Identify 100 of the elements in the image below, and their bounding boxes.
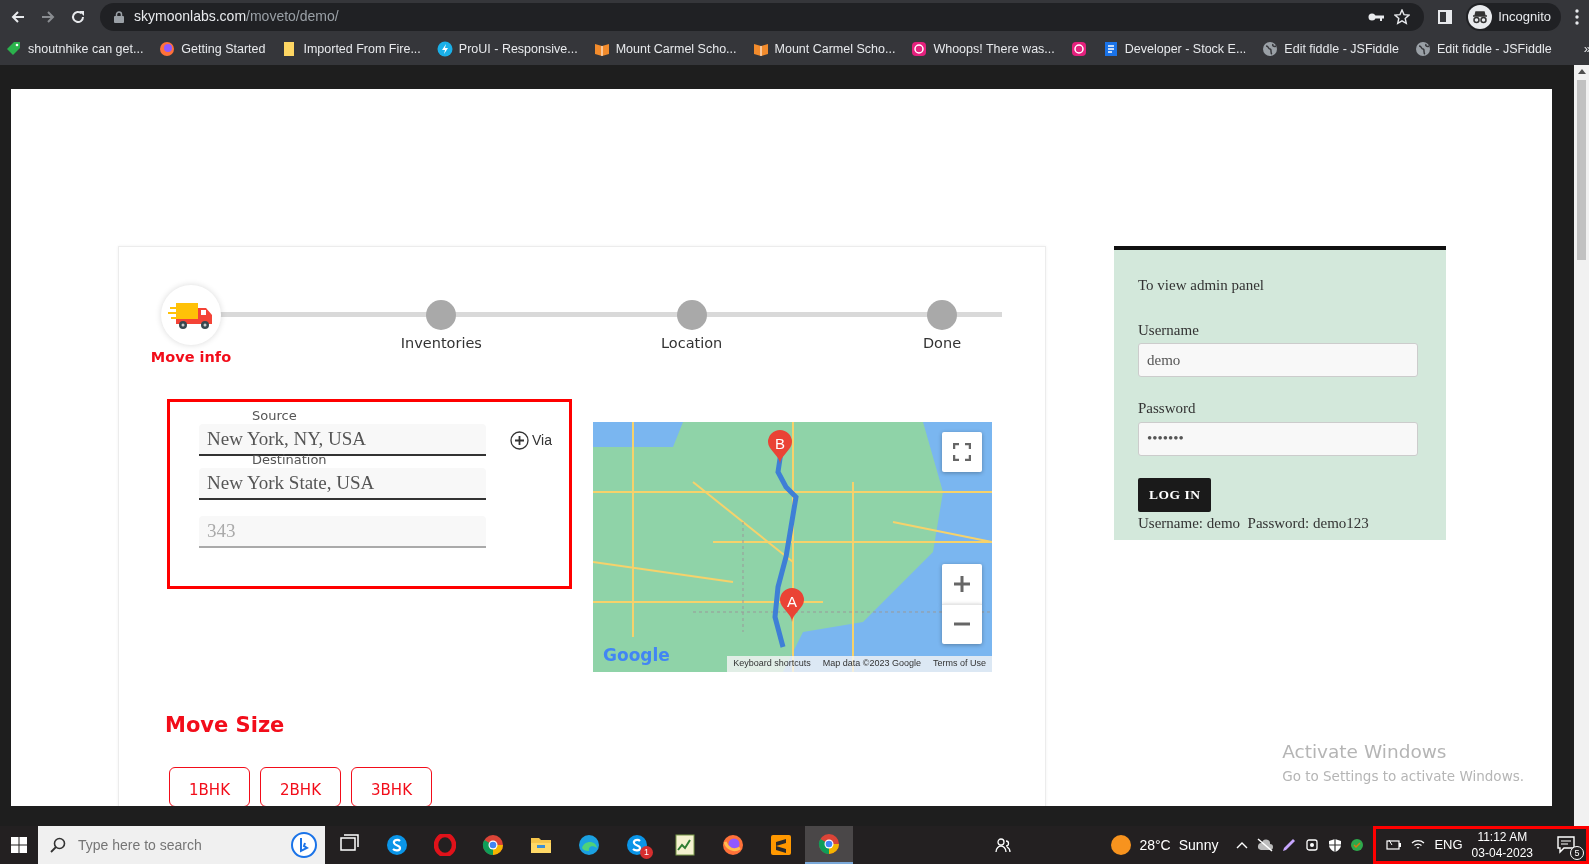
people-icon[interactable]: [995, 837, 1012, 853]
truck-icon: [168, 300, 214, 330]
book-icon: [593, 41, 610, 57]
skype-logo-icon: [386, 834, 408, 856]
field-label: Password: [1138, 399, 1197, 418]
chrome-logo-icon: [818, 833, 840, 855]
bookmark[interactable]: Edit fiddle - JSFiddle: [1415, 39, 1552, 59]
language-indicator[interactable]: ENG: [1434, 835, 1463, 855]
bookmark[interactable]: shoutnhike can get...: [6, 39, 144, 59]
pin-shape: [780, 587, 804, 622]
scrollbar[interactable]: [1574, 65, 1589, 826]
zoom-in-button[interactable]: [942, 563, 982, 604]
book-icon: [752, 41, 769, 57]
bookmark[interactable]: Mount Carmel Scho...: [752, 39, 896, 59]
field-label: Username: [1138, 320, 1200, 340]
tag-icon: [6, 41, 22, 57]
map-marker[interactable]: A: [780, 587, 804, 622]
address-bar[interactable]: skymoonlabs.com/moveto/demo/: [100, 2, 1425, 31]
credentials-hint: Username: demo Password: demo123: [1138, 513, 1370, 533]
profile-button[interactable]: Incognito: [1466, 2, 1561, 31]
fox-logo-icon: [722, 834, 744, 856]
fullscreen-button[interactable]: [942, 431, 982, 472]
globe-icon: [1262, 41, 1279, 57]
shield-icon[interactable]: [1328, 838, 1343, 852]
smiley-icon: [911, 41, 928, 57]
bookmark[interactable]: [1070, 41, 1087, 57]
section-title: Move Size: [165, 711, 286, 739]
notification-icon[interactable]: [1556, 834, 1578, 856]
globe-icon: [1415, 41, 1431, 57]
scroll-up-icon: [1577, 69, 1586, 74]
password-field[interactable]: •••••••: [1138, 421, 1418, 456]
skype-logo-icon: [626, 834, 648, 856]
bookmark[interactable]: Developer - Stock E...: [1102, 39, 1247, 59]
back-icon[interactable]: [10, 8, 26, 25]
camera-icon[interactable]: [1305, 838, 1320, 852]
terms-link[interactable]: Terms of Use: [927, 656, 992, 672]
taskbar-app[interactable]: 1: [613, 826, 661, 864]
shortcuts-link[interactable]: Keyboard shortcuts: [727, 656, 817, 672]
pin-shape: [768, 429, 792, 464]
reload-icon[interactable]: [70, 8, 86, 25]
clock[interactable]: 11:12 AM 03-04-2023: [1471, 829, 1533, 861]
weather-widget[interactable]: 28°C Sunny: [1111, 834, 1219, 856]
wave-logo-icon: [578, 834, 600, 856]
windows-icon: [11, 837, 27, 853]
search-field[interactable]: Type here to search: [76, 833, 281, 857]
activation-title: Activate Windows: [1282, 740, 1448, 764]
search-icon: [50, 837, 66, 853]
source-field[interactable]: New York, NY, USA: [199, 423, 486, 456]
field-label: Source: [252, 407, 298, 424]
notification-count: 5: [1570, 846, 1584, 860]
battery-icon[interactable]: [1386, 839, 1403, 851]
key-icon[interactable]: [1368, 11, 1385, 22]
bookmark[interactable]: Whoops! There was...: [911, 39, 1055, 59]
lock-icon: [114, 10, 124, 23]
activation-hint: Go to Settings to activate Windows.: [1282, 766, 1524, 786]
url-text: skymoonlabs.com/moveto/demo/: [134, 7, 339, 26]
minus-icon: [953, 622, 971, 627]
map-marker[interactable]: B: [768, 429, 792, 464]
username-field[interactable]: demo: [1138, 343, 1418, 377]
map-logo: Google: [603, 644, 670, 668]
star-icon[interactable]: [1394, 8, 1411, 25]
menu-icon[interactable]: [1575, 8, 1579, 25]
add-via-button[interactable]: Via: [510, 429, 552, 452]
smiley-icon: [1070, 41, 1087, 57]
wifi-icon[interactable]: [1411, 839, 1426, 851]
destination-field[interactable]: New York State, USA: [199, 467, 486, 500]
fullscreen-icon: [953, 442, 971, 461]
step-label: Move info: [150, 348, 232, 367]
size-option[interactable]: 2BHK: [260, 767, 341, 806]
chrome-logo-icon: [482, 834, 504, 856]
bookmark[interactable]: Mount Carmel Scho...: [593, 39, 737, 59]
side-panel-icon[interactable]: [1438, 9, 1453, 24]
bookmark[interactable]: Imported From Fire...: [281, 39, 421, 59]
step-label: Inventories: [400, 334, 482, 353]
sun-icon: [1111, 835, 1132, 855]
search-bar[interactable]: Type here to search: [38, 826, 325, 864]
login-button[interactable]: LOG IN: [1138, 477, 1212, 512]
step-label: Done: [922, 334, 962, 353]
intro-text: To view admin panel: [1138, 276, 1265, 295]
document-icon: [1102, 41, 1119, 57]
bookmark[interactable]: Edit fiddle - JSFiddle: [1262, 39, 1399, 59]
bookmark[interactable]: ProUI - Responsive...: [436, 39, 578, 59]
size-option[interactable]: 3BHK: [351, 767, 432, 806]
pen-icon[interactable]: [1282, 838, 1297, 852]
attribution-text: Map data ©2023 Google: [821, 657, 922, 671]
distance-field[interactable]: 343: [199, 515, 486, 548]
ring-logo-icon: [434, 834, 456, 856]
notification-badge: 1: [640, 846, 653, 859]
lightning-icon: [436, 41, 453, 57]
fox-globe-icon: [159, 41, 176, 57]
size-option[interactable]: 1BHK: [169, 767, 250, 806]
forward-icon[interactable]: [40, 8, 56, 25]
incognito-icon: [1468, 4, 1493, 29]
cloud-off-icon[interactable]: [1257, 838, 1274, 852]
bing-icon: [291, 832, 317, 858]
bookmark[interactable]: Getting Started: [159, 39, 266, 59]
plus-circle-icon: [510, 431, 529, 451]
step-label: Location: [661, 334, 723, 353]
scrollbar-thumb[interactable]: [1577, 80, 1586, 260]
chevron-up-icon[interactable]: [1236, 841, 1249, 849]
